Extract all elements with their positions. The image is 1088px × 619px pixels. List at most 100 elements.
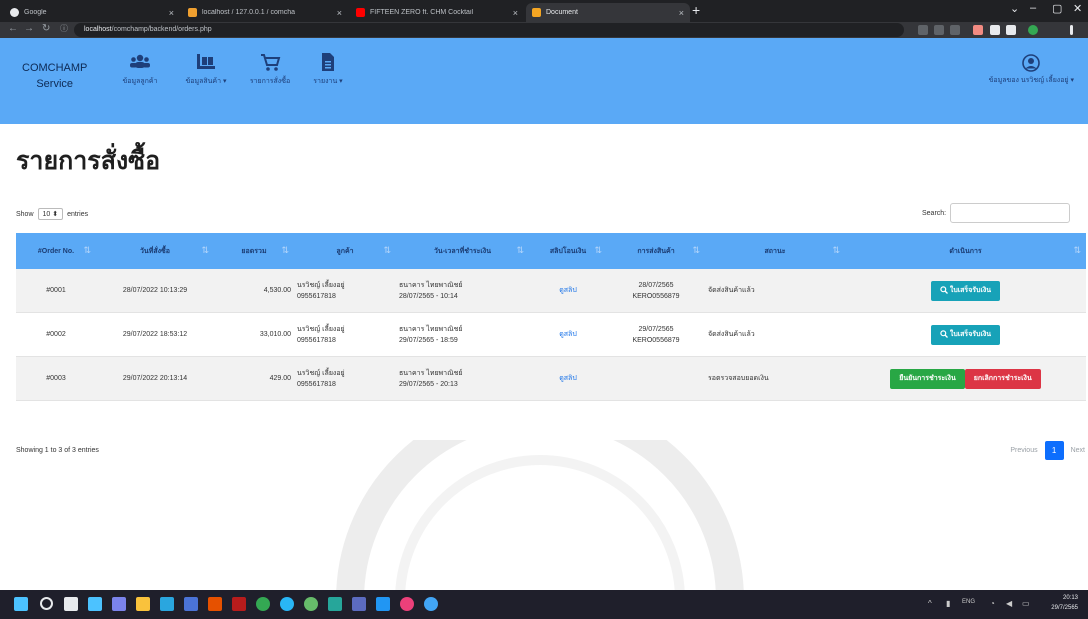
nav-item-reports[interactable]: รายงาน ▾	[308, 52, 348, 87]
close-icon[interactable]: ×	[169, 8, 174, 18]
customer-phone: 0955617818	[297, 292, 336, 300]
cancel-payment-button[interactable]: ยกเลิกการชำระเงิน	[964, 368, 1041, 389]
store-icon[interactable]	[184, 597, 198, 611]
nav-item-customers[interactable]: ข้อมูลลูกค้า	[118, 52, 162, 87]
report-icon	[322, 53, 334, 71]
col-header-payment-time[interactable]: วัน-เวลาที่ชำระเงิน	[396, 233, 529, 269]
puzzle-icon[interactable]	[990, 25, 1000, 35]
minimize-icon[interactable]: –	[1030, 2, 1036, 14]
chrome-icon[interactable]	[256, 597, 270, 611]
app-icon[interactable]	[232, 597, 246, 611]
app-navbar: COMCHAMP Service ข้อมูลลูกค้า ข้อมูลสินค…	[0, 38, 1088, 124]
chevron-up-icon[interactable]: ^	[928, 599, 932, 608]
user-menu[interactable]: ข้อมูลของ นรวิชญ์ เลี้ยงอยู่ ▾	[989, 54, 1074, 86]
url-input[interactable]: localhost/comchamp/backend/orders.php	[74, 23, 904, 37]
new-tab-icon[interactable]: +	[692, 2, 700, 18]
menu-icon[interactable]	[1070, 25, 1073, 35]
receipt-button[interactable]: ใบเสร็จรับเงิน	[930, 280, 1001, 301]
app-icon[interactable]	[304, 597, 318, 611]
vscode-icon[interactable]	[376, 597, 390, 611]
col-header-order-no[interactable]: #Order No.	[16, 233, 96, 269]
view-slip-link[interactable]: ดูสลิป	[559, 331, 577, 338]
chat-icon[interactable]	[112, 597, 126, 611]
tab-youtube[interactable]: FIFTEEN ZERO ft. CHM Cocktail ×	[350, 3, 524, 22]
col-header-total[interactable]: ยอดรวม	[214, 233, 294, 269]
battery-icon[interactable]: ▭	[1022, 599, 1030, 608]
watermark-seal-icon	[336, 440, 744, 600]
close-icon[interactable]: ×	[513, 8, 518, 18]
shipping-cell: 29/07/2565 KERO0556879	[607, 312, 705, 357]
clock[interactable]: 20:13 29/7/2565	[1051, 593, 1078, 613]
col-header-customer[interactable]: ลูกค้า	[294, 233, 396, 269]
tab-label: localhost / 127.0.0.1 / comcha	[202, 9, 295, 16]
previous-page-button[interactable]: Previous	[1010, 447, 1037, 454]
task-view-icon[interactable]	[64, 597, 78, 611]
back-icon[interactable]: ←	[8, 23, 18, 34]
language-indicator[interactable]: ENG	[962, 599, 975, 605]
boxes-icon	[197, 54, 215, 69]
actions-cell: ใบเสร็จรับเงิน	[845, 269, 1086, 313]
search-input[interactable]	[950, 203, 1071, 223]
confirm-payment-button[interactable]: ยืนยันการชำระเงิน	[890, 368, 965, 389]
app-icon[interactable]	[352, 597, 366, 611]
close-window-icon[interactable]: ✕	[1073, 2, 1082, 15]
maximize-icon[interactable]: ▢	[1052, 2, 1062, 15]
tab-phpmyadmin[interactable]: localhost / 127.0.0.1 / comcha ×	[182, 3, 348, 22]
nav-item-orders[interactable]: รายการสั่งซื้อ	[246, 52, 294, 87]
file-explorer-icon[interactable]	[136, 597, 150, 611]
tab-google[interactable]: Google ×	[4, 3, 180, 22]
col-header-actions[interactable]: ดำเนินการ	[845, 233, 1086, 269]
table-row: #0001 28/07/2022 10:13:29 4,530.00 นรวิช…	[16, 269, 1086, 313]
search-control: Search:	[922, 203, 1071, 223]
col-header-slip[interactable]: สลิปโอนเงิน	[529, 233, 607, 269]
tray-icon[interactable]: ▮	[946, 599, 950, 608]
volume-icon[interactable]: ◀	[1006, 599, 1012, 608]
search-icon[interactable]	[40, 597, 53, 610]
tab-document[interactable]: Document ×	[526, 3, 690, 22]
nav-item-products[interactable]: ข้อมูลสินค้า ▾	[182, 52, 230, 87]
extension-icon[interactable]	[934, 25, 944, 35]
wifi-icon[interactable]: ◔	[990, 599, 995, 608]
extension-icon[interactable]	[1006, 25, 1016, 35]
app-icon[interactable]	[328, 597, 342, 611]
chevron-down-icon[interactable]: ⌄	[1010, 2, 1019, 15]
view-slip-link[interactable]: ดูสลิป	[559, 287, 577, 294]
show-label: Show	[16, 210, 34, 218]
order-total: 4,530.00	[214, 269, 294, 313]
next-page-button[interactable]: Next	[1071, 447, 1085, 454]
reload-icon[interactable]: ↻	[42, 23, 50, 34]
page-1-button[interactable]: 1	[1044, 441, 1064, 460]
customer-cell: นรวิชญ์ เลี้ยงอยู่ 0955617818	[294, 356, 396, 401]
col-header-status[interactable]: สถานะ	[705, 233, 845, 269]
app-icon[interactable]	[424, 597, 438, 611]
close-icon[interactable]: ×	[337, 8, 342, 18]
entries-select[interactable]: 10 ⬍	[37, 208, 64, 220]
extension-icon[interactable]	[973, 25, 983, 35]
youtube-icon	[356, 8, 365, 17]
receipt-label: ใบเสร็จรับเงิน	[949, 330, 992, 338]
slip-cell: ดูสลิป	[529, 269, 607, 313]
order-no: #0003	[16, 356, 96, 401]
app-icon[interactable]	[280, 597, 294, 611]
app-icon[interactable]	[208, 597, 222, 611]
tab-label: Document	[546, 9, 578, 16]
close-icon[interactable]: ×	[679, 8, 684, 18]
brand-logo[interactable]: COMCHAMP Service	[22, 60, 87, 92]
edge-icon[interactable]	[160, 597, 174, 611]
bookmark-star-icon[interactable]	[950, 25, 960, 35]
col-header-order-date[interactable]: วันที่สั่งซื้อ	[96, 233, 214, 269]
profile-icon[interactable]	[1028, 25, 1038, 35]
col-header-shipping[interactable]: การส่งสินค้า	[607, 233, 705, 269]
tab-label: FIFTEEN ZERO ft. CHM Cocktail	[370, 9, 474, 16]
cart-icon	[261, 54, 281, 71]
extension-icon[interactable]	[918, 25, 928, 35]
customer-phone: 0955617818	[297, 336, 336, 344]
receipt-button[interactable]: ใบเสร็จรับเงิน	[930, 324, 1001, 345]
brand-line2: Service	[36, 78, 74, 90]
forward-icon[interactable]: →	[24, 23, 34, 34]
view-slip-link[interactable]: ดูสลิป	[559, 375, 577, 382]
app-icon[interactable]	[400, 597, 414, 611]
windows-start-icon[interactable]	[14, 597, 28, 611]
widgets-icon[interactable]	[88, 597, 102, 611]
slip-cell: ดูสลิป	[529, 356, 607, 401]
